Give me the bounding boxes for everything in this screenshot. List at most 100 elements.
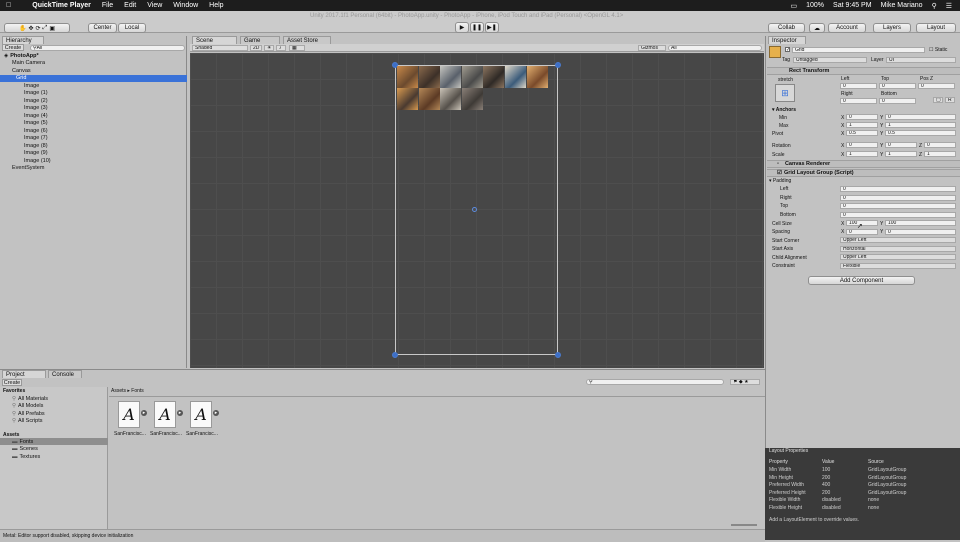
effects-icon[interactable]: ▦ (289, 45, 305, 51)
scale-y-field[interactable]: 1 (885, 151, 917, 157)
canvas-renderer-header[interactable]: ▫ Canvas Renderer (767, 160, 960, 168)
project-filter-icons[interactable]: ⚑ ◆ ★ (730, 379, 760, 385)
blueprint-mode-button[interactable]: ▢ (933, 97, 943, 103)
photo-image[interactable] (418, 66, 440, 88)
asset-folder-item[interactable]: ▬ Fonts (0, 438, 108, 445)
zoom-slider[interactable] (731, 524, 757, 526)
left-field[interactable]: 0 (840, 83, 877, 89)
cloud-icon[interactable]: ☁ (809, 23, 825, 33)
move-tool-icon[interactable]: ✥ (28, 25, 33, 32)
hierarchy-item[interactable]: Image (3) (0, 105, 187, 112)
pivot-y-field[interactable]: 0.5 (885, 130, 956, 136)
font-asset-icon[interactable]: A (118, 401, 140, 428)
constraint-dropdown[interactable]: Flexible (840, 263, 956, 269)
favorites-header[interactable]: Favorites (3, 388, 25, 394)
bottom-field[interactable]: 0 (879, 98, 916, 104)
hierarchy-item[interactable]: Canvas (0, 67, 187, 74)
hierarchy-create-button[interactable]: Create (2, 44, 24, 51)
photo-image[interactable] (397, 66, 418, 88)
favorite-item[interactable]: ⚲ All Scripts (12, 418, 42, 425)
top-field[interactable]: 0 (879, 83, 916, 89)
local-toggle[interactable]: Local (118, 23, 146, 33)
hierarchy-item[interactable]: Image (8) (0, 142, 187, 149)
anchor-min-x-field[interactable]: 0 (846, 114, 878, 120)
hierarchy-item[interactable]: Image (2) (0, 97, 187, 104)
hierarchy-item[interactable]: Main Camera (0, 60, 187, 67)
anchor-max-x-field[interactable]: 1 (846, 122, 878, 128)
photo-image[interactable] (440, 88, 462, 110)
font-asset-icon[interactable]: A (154, 401, 176, 428)
scale-tool-icon[interactable]: ⤢ (43, 25, 48, 32)
grid-layout-checkbox[interactable]: ☑ (777, 170, 782, 176)
rotation-x-field[interactable]: 0 (846, 142, 878, 148)
battery-icon[interactable]: ▭ (791, 2, 798, 10)
tab-inspector[interactable]: Inspector (768, 36, 806, 44)
hierarchy-item[interactable]: Image (0, 82, 187, 89)
step-button[interactable]: ▶❚ (485, 22, 499, 33)
rotate-tool-icon[interactable]: ⟳ (36, 25, 41, 32)
hierarchy-item[interactable]: EventSystem (0, 165, 187, 172)
apple-icon[interactable]:  (6, 2, 11, 9)
anchor-handle[interactable] (392, 352, 398, 358)
tab-scene[interactable]: Scene (192, 36, 237, 44)
rect-tool-icon[interactable]: ▣ (49, 25, 55, 32)
anchors-foldout[interactable]: ▾ Anchors (772, 107, 796, 113)
hierarchy-item[interactable]: Image (4) (0, 112, 187, 119)
start-corner-dropdown[interactable]: Upper Left (840, 237, 956, 243)
audio-icon[interactable]: ♪ (276, 45, 286, 51)
scale-x-field[interactable]: 1 (846, 151, 878, 157)
tab-console[interactable]: Console (48, 370, 82, 378)
photo-image[interactable] (461, 66, 483, 88)
favorite-item[interactable]: ⚲ All Prefabs (12, 410, 45, 417)
notification-icon[interactable]: ☰ (946, 2, 952, 10)
font-asset-icon[interactable]: A (190, 401, 212, 428)
asset-folder-item[interactable]: ▬ Textures (0, 453, 108, 460)
hierarchy-item[interactable]: Image (6) (0, 127, 187, 134)
rotation-z-field[interactable]: 0 (924, 142, 956, 148)
expand-arrow-icon[interactable]: ▸ (177, 410, 183, 416)
layer-dropdown[interactable]: UI (886, 57, 956, 63)
scale-z-field[interactable]: 1 (924, 151, 956, 157)
raw-edit-button[interactable]: R (945, 97, 955, 103)
hierarchy-item[interactable]: Image (1) (0, 90, 187, 97)
center-toggle[interactable]: Center (88, 23, 117, 33)
2d-toggle[interactable]: 2D (250, 45, 262, 51)
child-alignment-dropdown[interactable]: Upper Left (840, 254, 956, 260)
posz-field[interactable]: 0 (918, 83, 955, 89)
anchor-min-y-field[interactable]: 0 (885, 114, 956, 120)
play-button[interactable]: ▶ (455, 22, 469, 33)
hierarchy-search-input[interactable]: ⚲ All (30, 45, 185, 51)
hierarchy-item[interactable]: Image (9) (0, 150, 187, 157)
hierarchy-item[interactable]: Image (10) (0, 157, 187, 164)
transform-tools[interactable]: ✋ ✥ ⟳ ⤢ ▣ (4, 23, 70, 33)
expand-arrow-icon[interactable]: ▸ (213, 410, 219, 416)
photo-image[interactable] (418, 88, 440, 110)
pause-button[interactable]: ❚❚ (470, 22, 484, 33)
object-name-input[interactable]: Grid (792, 47, 925, 53)
favorite-item[interactable]: ⚲ All Models (12, 403, 43, 410)
layout-dropdown[interactable]: Layout (916, 23, 956, 33)
hierarchy-item[interactable]: Image (5) (0, 120, 187, 127)
project-breadcrumb[interactable]: Assets ▸ Fonts (111, 388, 144, 394)
photo-image[interactable] (440, 66, 462, 88)
collab-dropdown[interactable]: Collab (768, 23, 805, 33)
pivot-x-field[interactable]: 0.5 (846, 130, 878, 136)
shading-mode-dropdown[interactable]: Shaded (192, 45, 248, 51)
photo-image[interactable] (505, 66, 526, 88)
start-axis-dropdown[interactable]: Horizontal (840, 246, 956, 252)
photo-image[interactable] (483, 66, 505, 88)
menu-view[interactable]: View (147, 2, 162, 9)
asset-folder-item[interactable]: ▬ Scenes (0, 446, 108, 453)
hierarchy-item[interactable]: Image (7) (0, 135, 187, 142)
pivot-handle[interactable] (472, 207, 477, 212)
menu-help[interactable]: Help (209, 2, 223, 9)
tab-game[interactable]: Game (240, 36, 280, 44)
spacing-y-field[interactable]: 0 (885, 229, 956, 235)
pad-bottom-field[interactable]: 0 (840, 212, 956, 218)
gizmos-dropdown[interactable]: Gizmos (638, 45, 666, 51)
clock[interactable]: Sat 9:45 PM (833, 2, 872, 9)
anchor-presets-button[interactable]: ⊞ (775, 84, 795, 102)
menu-window[interactable]: Window (173, 2, 198, 9)
pad-left-field[interactable]: 0 (840, 186, 956, 192)
scene-search-input[interactable]: All (668, 45, 762, 51)
